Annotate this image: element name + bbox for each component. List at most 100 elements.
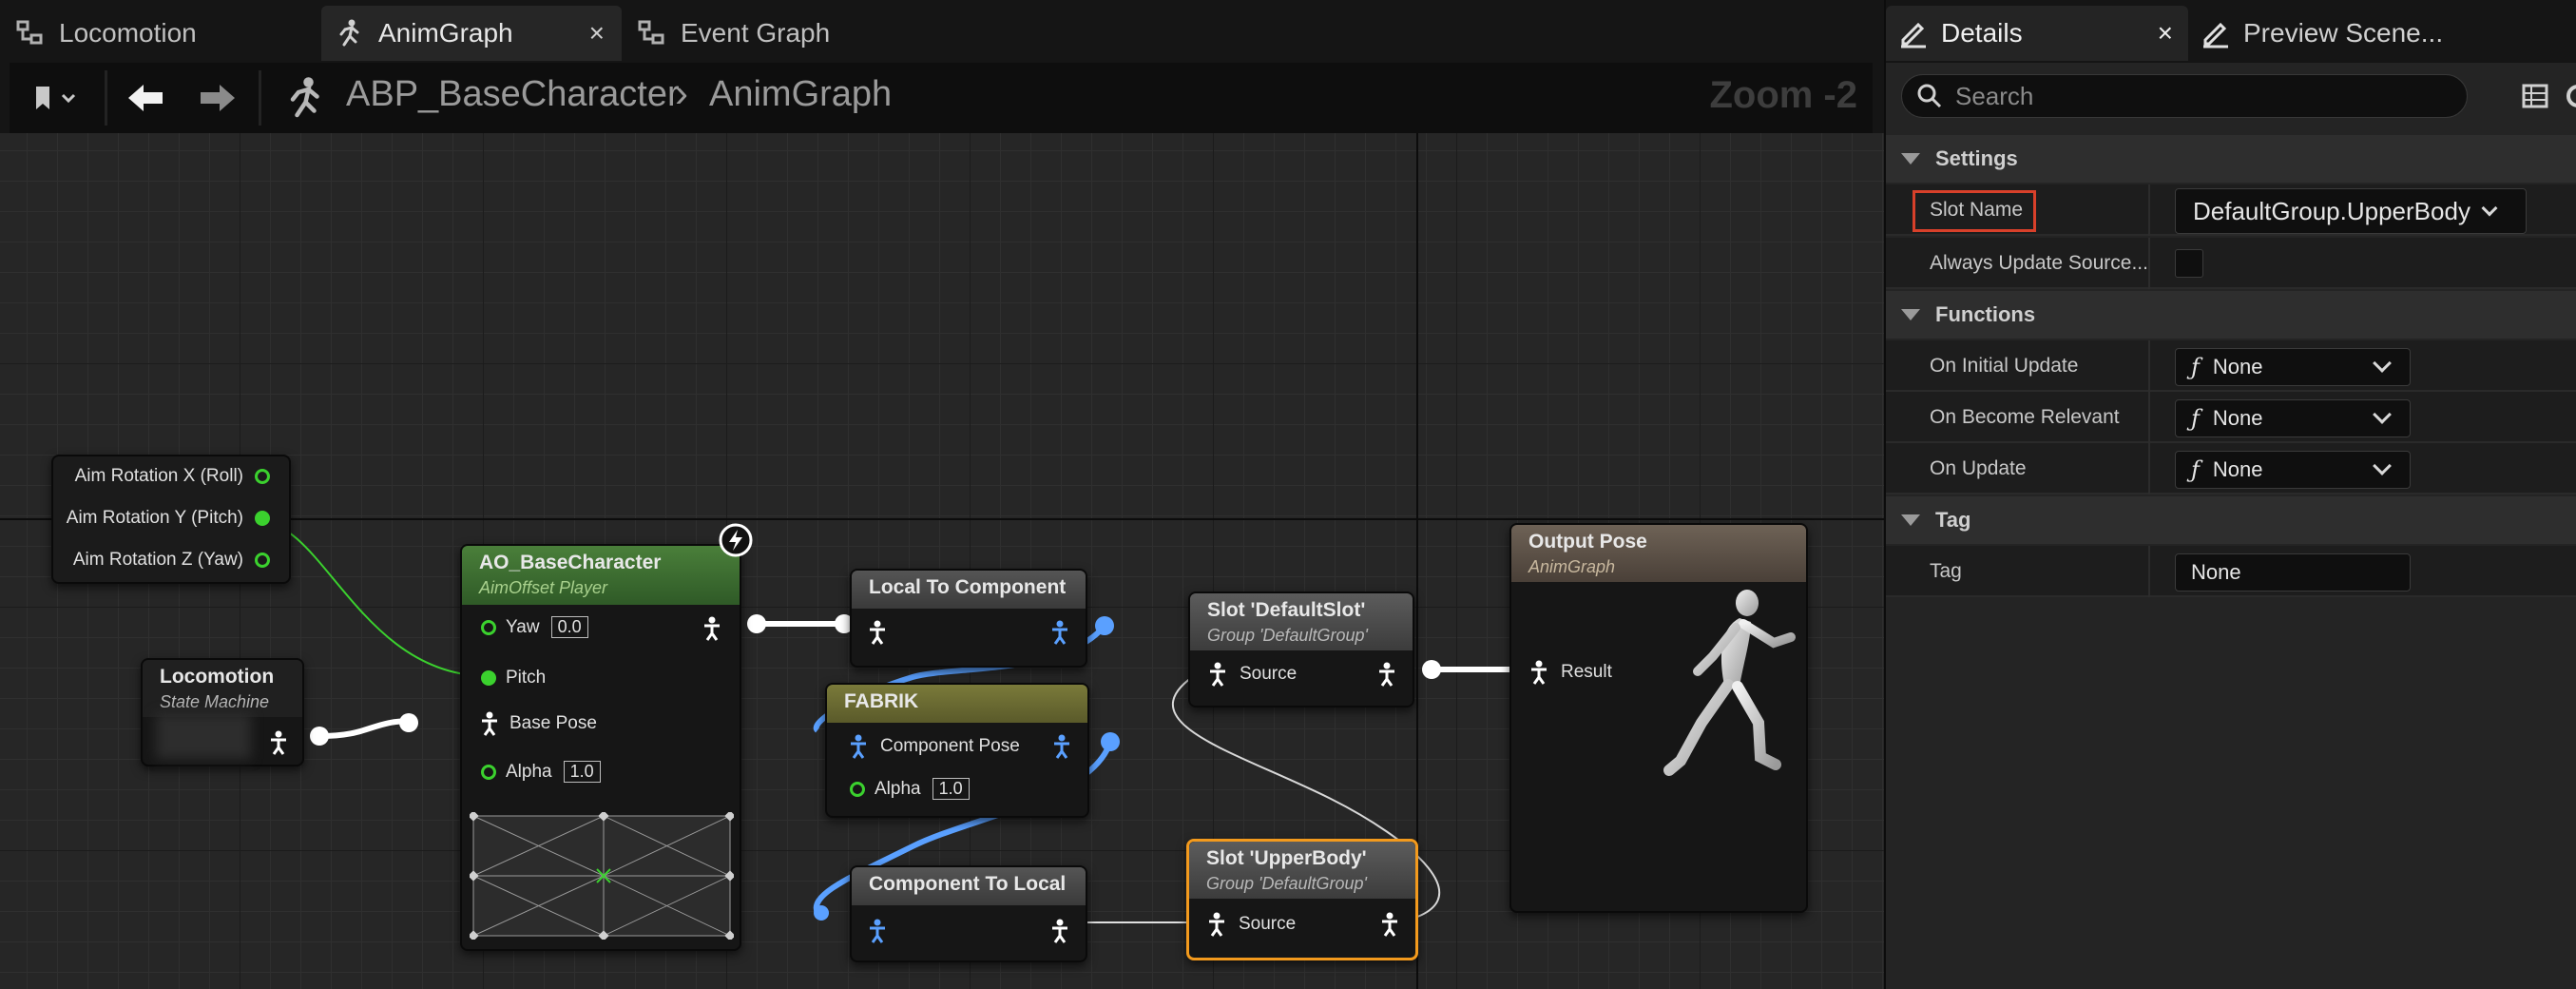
tab-preview-scene[interactable]: Preview Scene... xyxy=(2200,6,2576,61)
float-pin-icon[interactable] xyxy=(481,670,496,686)
break-rotator-node[interactable]: Aim Rotation X (Roll) Aim Rotation Y (Pi… xyxy=(51,455,291,584)
yaw-value-field[interactable]: 0.0 xyxy=(550,616,588,638)
prop-on-become-relevant: On Become Relevant ƒ None xyxy=(1886,392,2576,443)
pose-pin-icon xyxy=(1052,919,1067,943)
node-title: AO_BaseCharacter xyxy=(479,552,662,573)
node-title: Slot 'DefaultSlot' xyxy=(1207,599,1366,621)
details-search-input[interactable]: Search xyxy=(1901,74,2468,118)
pin-label: Alpha xyxy=(875,778,921,799)
close-icon[interactable]: × xyxy=(2158,18,2173,48)
float-pin-icon[interactable] xyxy=(255,553,270,568)
float-pin-icon[interactable] xyxy=(255,511,270,526)
table-view-icon[interactable] xyxy=(2521,82,2549,110)
back-button[interactable] xyxy=(114,72,177,124)
arrow-right-icon xyxy=(201,85,235,111)
breadcrumb-asset[interactable]: ABP_BaseCharacter xyxy=(346,74,680,115)
bookmark-icon xyxy=(36,87,76,109)
breadcrumb-graph[interactable]: AnimGraph xyxy=(709,74,892,115)
wire-pitch xyxy=(260,521,488,677)
gear-icon[interactable] xyxy=(2559,80,2576,112)
tab-locomotion[interactable]: Locomotion xyxy=(13,6,317,61)
tab-details[interactable]: Details × xyxy=(1886,6,2188,61)
component-pose-pin[interactable]: Component Pose xyxy=(848,734,1020,759)
pose-pin-icon xyxy=(1531,660,1547,685)
bookmark-dropdown-button[interactable] xyxy=(23,72,95,124)
prop-label: Slot Name xyxy=(1930,199,2024,221)
on-initial-update-dropdown[interactable]: ƒ None xyxy=(2175,348,2411,386)
yaw-pin[interactable]: Yaw 0.0 xyxy=(481,616,588,638)
node-title: Locomotion xyxy=(160,666,275,688)
section-tag[interactable]: Tag xyxy=(1886,496,2576,544)
aim-rotation-x-pin[interactable]: Aim Rotation X (Roll) xyxy=(75,466,270,487)
alpha-pin[interactable]: Alpha 1.0 xyxy=(481,761,601,783)
fabrik-alpha-value-field[interactable]: 1.0 xyxy=(932,778,970,800)
base-pose-pin[interactable]: Base Pose xyxy=(479,711,597,736)
float-pin-icon[interactable] xyxy=(255,469,270,484)
pitch-pin[interactable]: Pitch xyxy=(481,668,546,688)
close-icon[interactable]: × xyxy=(589,18,605,48)
float-pin-icon[interactable] xyxy=(481,619,496,635)
chevron-down-icon xyxy=(2481,200,2498,217)
chevron-down-icon xyxy=(2373,405,2392,424)
aim-rotation-y-pin[interactable]: Aim Rotation Y (Pitch) xyxy=(67,508,270,529)
pin-label: Source xyxy=(1240,664,1298,684)
ctl-input-pin[interactable] xyxy=(867,919,888,943)
component-to-local-node[interactable]: Component To Local xyxy=(850,865,1087,962)
slot-defaultslot-node[interactable]: Slot 'DefaultSlot' Group 'DefaultGroup' … xyxy=(1188,591,1414,708)
section-settings[interactable]: Settings xyxy=(1886,135,2576,183)
pose-pin-icon xyxy=(1210,662,1225,687)
node-title: Output Pose xyxy=(1528,531,1647,553)
pose-pin-icon xyxy=(271,730,286,755)
node-title: Component To Local xyxy=(869,873,1067,895)
node-subtitle: AnimGraph xyxy=(1528,557,1616,576)
upper-source-pin[interactable]: Source xyxy=(1206,912,1296,937)
pose-pin-icon xyxy=(482,711,497,736)
ltc-input-pin[interactable] xyxy=(867,620,888,645)
local-to-component-node[interactable]: Local To Component xyxy=(850,569,1087,668)
tag-input[interactable]: None xyxy=(2175,553,2411,591)
fabrik-node[interactable]: FABRIK Component Pose Alpha 1.0 xyxy=(825,683,1089,818)
state-machine-preview xyxy=(156,713,251,759)
ctl-output-pin[interactable] xyxy=(1049,919,1070,943)
result-pin[interactable]: Result xyxy=(1528,660,1612,685)
slot-source-pin[interactable]: Source xyxy=(1207,662,1297,687)
section-title: Tag xyxy=(1935,508,1971,532)
details-panel: Details × Preview Scene... Search Settin… xyxy=(1884,0,2576,989)
tab-event-graph[interactable]: Event Graph xyxy=(635,6,939,61)
fabrik-output-pin[interactable] xyxy=(1051,734,1072,759)
section-title: Settings xyxy=(1935,146,2018,170)
tab-animgraph[interactable]: AnimGraph × xyxy=(321,6,622,61)
arrow-left-icon xyxy=(128,85,163,111)
slot-upperbody-node[interactable]: Slot 'UpperBody' Group 'DefaultGroup' So… xyxy=(1186,839,1418,960)
forward-button[interactable] xyxy=(186,72,249,124)
ao-pose-output-pin[interactable] xyxy=(702,616,722,641)
pose-pin-icon xyxy=(1379,662,1394,687)
graph-canvas[interactable]: Aim Rotation X (Roll) Aim Rotation Y (Pi… xyxy=(0,133,1884,989)
alpha-value-field[interactable]: 1.0 xyxy=(563,761,601,783)
upper-output-pin[interactable] xyxy=(1379,912,1400,937)
tab-locomotion-label: Locomotion xyxy=(59,18,197,48)
section-functions[interactable]: Functions xyxy=(1886,291,2576,339)
slot-output-pin[interactable] xyxy=(1376,662,1397,687)
output-pose-node[interactable]: Output Pose AnimGraph Result xyxy=(1509,523,1808,913)
pose-pin-icon xyxy=(870,620,885,645)
component-pose-pin-icon xyxy=(1054,734,1069,759)
blend-space-preview[interactable] xyxy=(470,812,734,940)
slot-name-dropdown[interactable]: DefaultGroup.UpperBody xyxy=(2175,188,2527,234)
ltc-output-pin[interactable] xyxy=(1049,620,1070,645)
on-become-relevant-dropdown[interactable]: ƒ None xyxy=(2175,399,2411,437)
wire-base-pose xyxy=(318,718,413,739)
always-update-checkbox[interactable] xyxy=(2175,249,2203,278)
pose-output-pin[interactable] xyxy=(268,730,289,755)
on-update-dropdown[interactable]: ƒ None xyxy=(2175,451,2411,489)
graph-icon xyxy=(635,17,667,49)
aim-offset-player-node[interactable]: AO_BaseCharacter AimOffset Player Yaw 0.… xyxy=(460,523,753,951)
chevron-right-icon: › xyxy=(675,70,688,115)
locomotion-state-machine-node[interactable]: Locomotion State Machine xyxy=(141,658,304,766)
float-pin-icon[interactable] xyxy=(850,781,865,797)
pin-label: Result xyxy=(1561,662,1612,682)
chevron-down-icon xyxy=(2373,354,2392,373)
fabrik-alpha-pin[interactable]: Alpha 1.0 xyxy=(850,778,970,800)
float-pin-icon[interactable] xyxy=(481,764,496,780)
aim-rotation-z-pin[interactable]: Aim Rotation Z (Yaw) xyxy=(73,550,270,571)
